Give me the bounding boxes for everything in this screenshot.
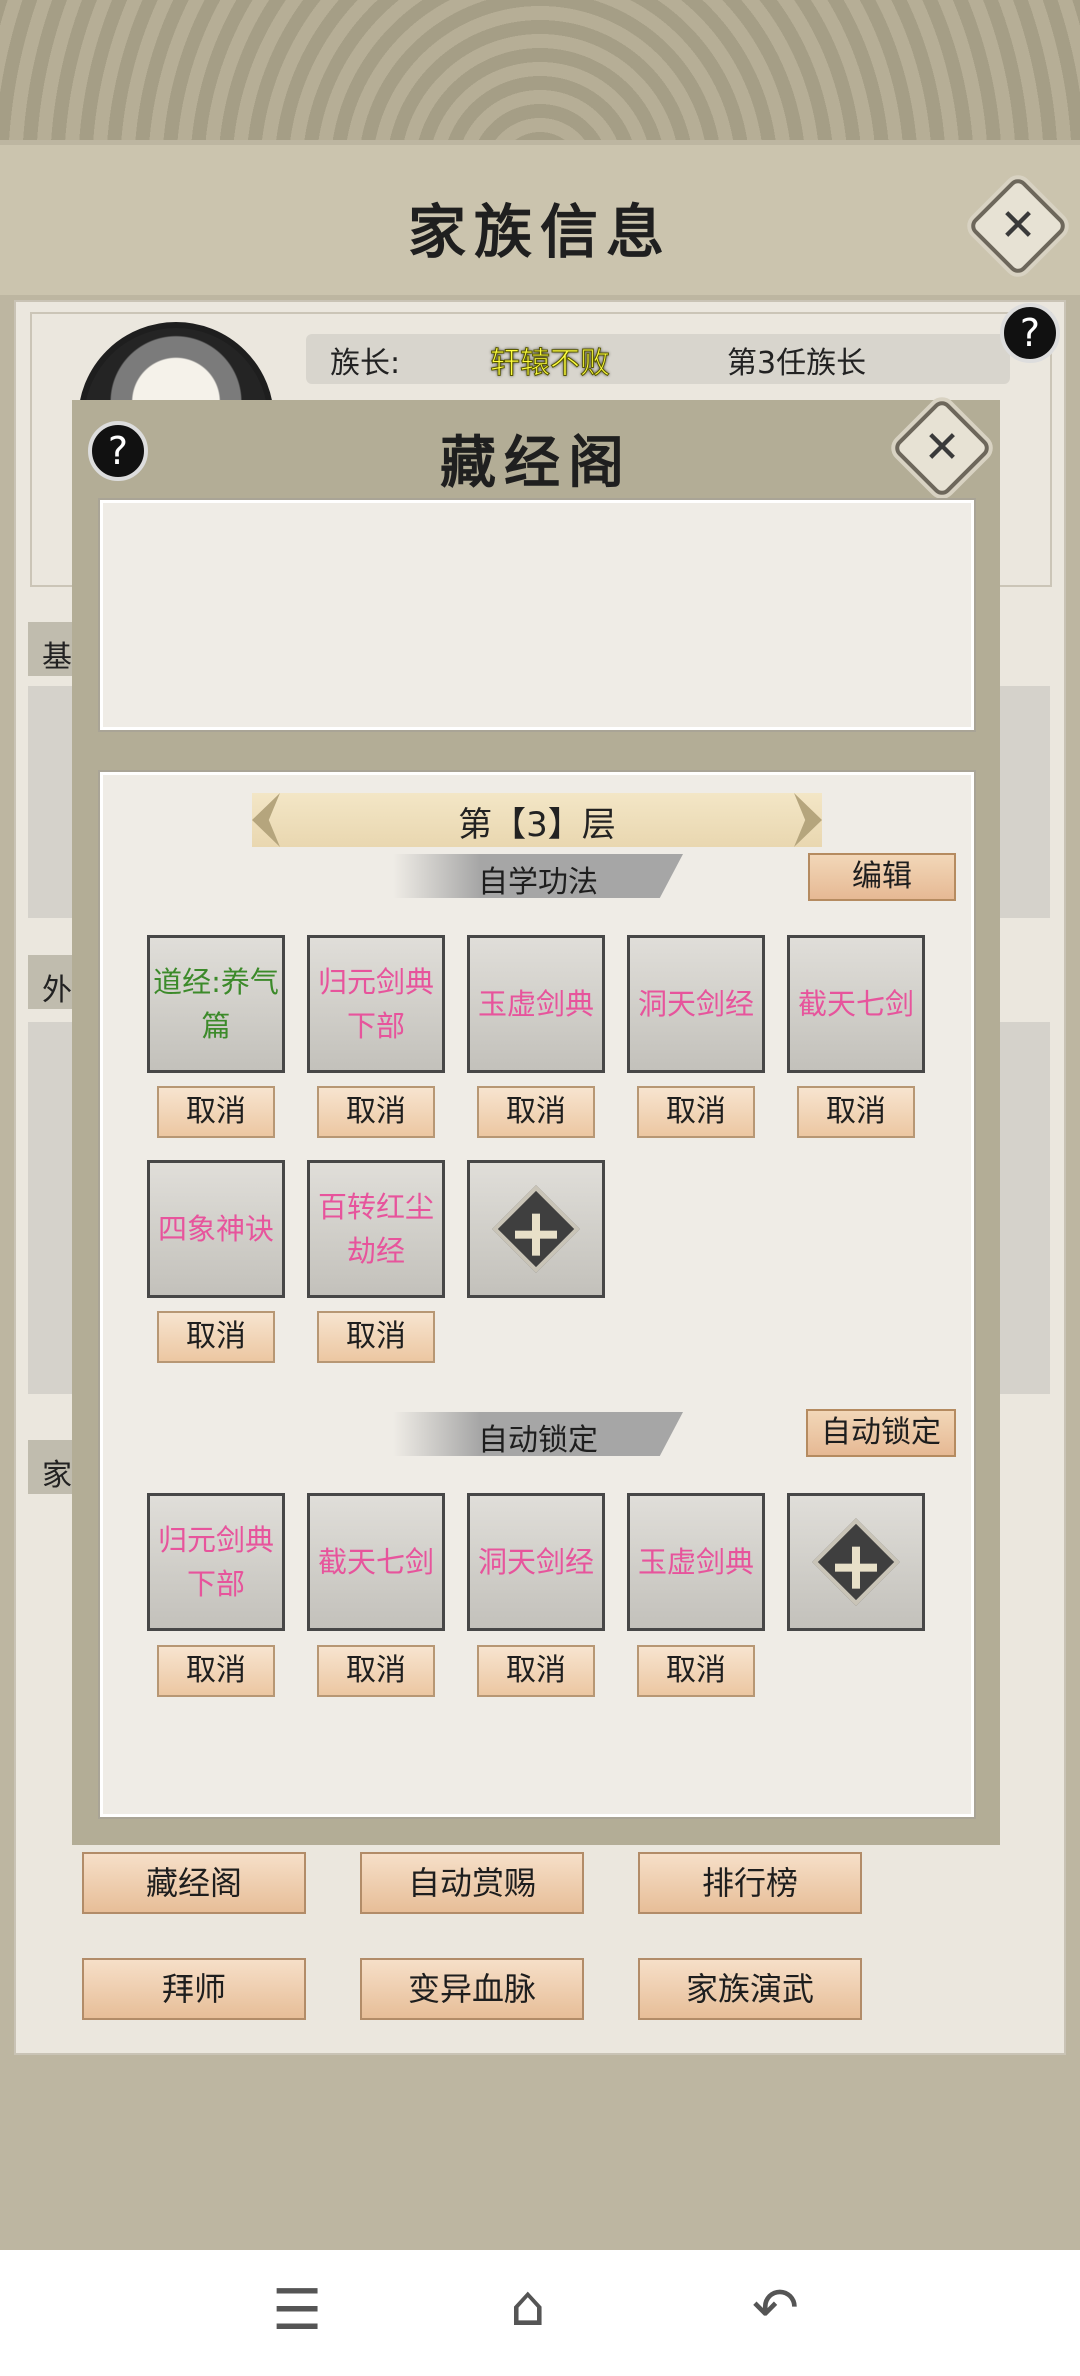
side-tab-family[interactable]: 家: [28, 1440, 78, 1494]
top-pattern-strip: [0, 0, 1080, 145]
leader-row: [306, 334, 1010, 384]
mutant-bloodline-button[interactable]: 变异血脉: [360, 1958, 584, 2020]
skill-card[interactable]: 归元剑典下部: [307, 935, 445, 1073]
side-tab-basic[interactable]: 基: [28, 622, 78, 676]
library-button[interactable]: 藏经阁: [82, 1852, 306, 1914]
add-lock-slot[interactable]: [787, 1493, 925, 1631]
skill-card[interactable]: 玉虚剑典: [467, 935, 605, 1073]
home-icon[interactable]: ⌂: [510, 2274, 546, 2339]
skill-card[interactable]: 洞天剑经: [467, 1493, 605, 1631]
library-description-box: [98, 498, 976, 732]
auto-lock-button[interactable]: 自动锁定: [806, 1409, 956, 1457]
skill-card[interactable]: 截天七剑: [307, 1493, 445, 1631]
side-tab-outer[interactable]: 外: [28, 955, 78, 1009]
back-icon[interactable]: ↶: [752, 2276, 799, 2341]
skill-card[interactable]: 百转红尘劫经: [307, 1160, 445, 1298]
skill-card[interactable]: 截天七剑: [787, 935, 925, 1073]
modal-close-button[interactable]: ✕: [891, 397, 993, 499]
cancel-button[interactable]: 取消: [157, 1086, 275, 1138]
system-nav-bar: ☰ ⌂ ↶: [0, 2250, 1080, 2376]
cancel-button[interactable]: 取消: [317, 1311, 435, 1363]
cancel-button[interactable]: 取消: [317, 1086, 435, 1138]
library-title: 藏经阁: [440, 430, 632, 496]
family-drill-button[interactable]: 家族演武: [638, 1958, 862, 2020]
close-icon: ✕: [923, 422, 961, 473]
cancel-button[interactable]: 取消: [477, 1086, 595, 1138]
plus-icon: [812, 1518, 900, 1606]
menu-icon[interactable]: ☰: [272, 2278, 322, 2343]
cancel-button[interactable]: 取消: [477, 1645, 595, 1697]
leader-label: 族长:: [330, 346, 401, 381]
edit-button[interactable]: 编辑: [808, 853, 956, 901]
cancel-button[interactable]: 取消: [637, 1086, 755, 1138]
auto-lock-title: 自动锁定: [478, 1423, 598, 1458]
cancel-button[interactable]: 取消: [157, 1645, 275, 1697]
skill-card[interactable]: 归元剑典下部: [147, 1493, 285, 1631]
apprentice-button[interactable]: 拜师: [82, 1958, 306, 2020]
leaderboard-button[interactable]: 排行榜: [638, 1852, 862, 1914]
add-skill-slot[interactable]: [467, 1160, 605, 1298]
help-icon[interactable]: ?: [1000, 303, 1060, 363]
cancel-button[interactable]: 取消: [157, 1311, 275, 1363]
self-learn-title: 自学功法: [478, 865, 598, 900]
cancel-button[interactable]: 取消: [637, 1645, 755, 1697]
skill-card[interactable]: 洞天剑经: [627, 935, 765, 1073]
modal-help-icon[interactable]: ?: [88, 421, 148, 481]
leader-name[interactable]: 轩辕不败: [490, 338, 611, 382]
outer-close-button[interactable]: ✕: [967, 175, 1069, 277]
leader-rank: 第3任族长: [727, 346, 867, 381]
floor-label: 第【3】层: [458, 805, 616, 845]
plus-icon: [492, 1185, 580, 1273]
skill-card[interactable]: 玉虚剑典: [627, 1493, 765, 1631]
auto-reward-button[interactable]: 自动赏赐: [360, 1852, 584, 1914]
close-icon: ✕: [999, 200, 1037, 251]
skill-card[interactable]: 四象神诀: [147, 1160, 285, 1298]
cancel-button[interactable]: 取消: [797, 1086, 915, 1138]
family-info-title: 家族信息: [407, 198, 672, 266]
cancel-button[interactable]: 取消: [317, 1645, 435, 1697]
skill-card[interactable]: 道经:养气篇: [147, 935, 285, 1073]
